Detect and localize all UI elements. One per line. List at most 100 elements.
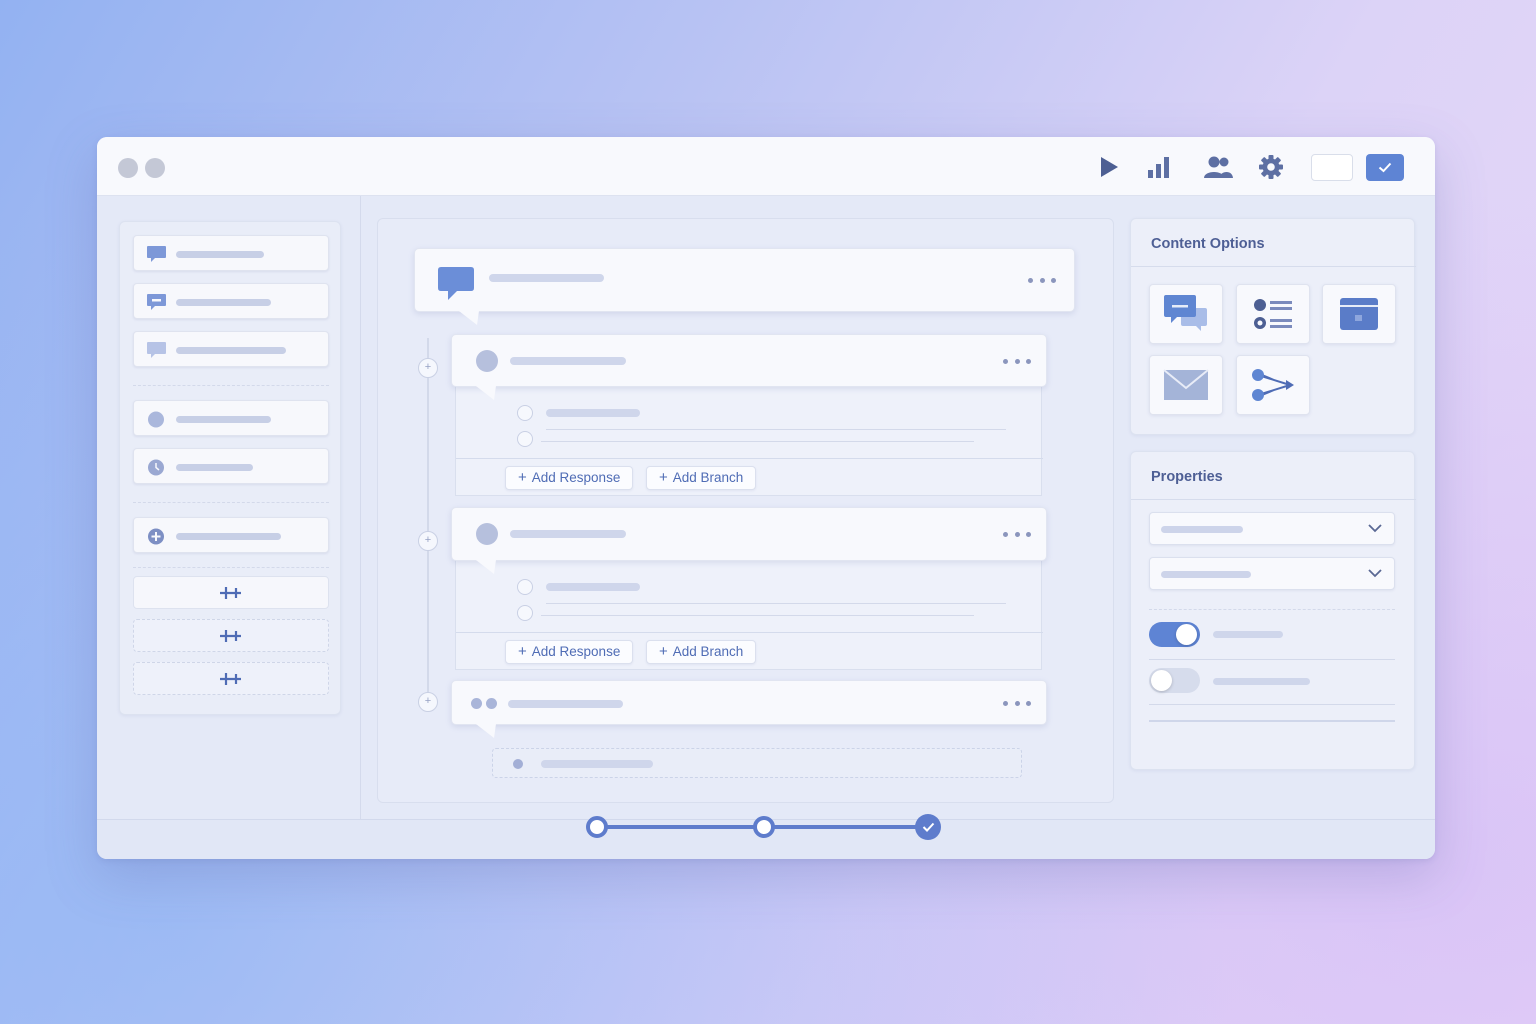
insert-node-button[interactable]: + [418, 692, 438, 712]
placeholder-bar [541, 760, 653, 768]
title-bar [97, 137, 1435, 196]
properties-panel: Properties [1130, 451, 1416, 770]
option-email[interactable] [1149, 355, 1223, 415]
option-chat[interactable] [1149, 284, 1223, 344]
blank-button[interactable] [1311, 154, 1353, 181]
placeholder-bar [1213, 631, 1283, 638]
palette-item-reply[interactable] [133, 331, 329, 367]
insert-node-button[interactable]: + [418, 531, 438, 551]
window-dot[interactable] [118, 158, 138, 178]
placeholder-bar [510, 357, 626, 365]
panel-title: Properties [1151, 469, 1223, 485]
placeholder-bar [176, 533, 281, 540]
chevron-down-icon [1368, 524, 1382, 533]
more-options-button[interactable] [1028, 276, 1056, 284]
response-radio[interactable] [517, 405, 533, 421]
message-card[interactable] [414, 248, 1075, 325]
drop-dot [513, 759, 523, 769]
avatar [476, 523, 498, 545]
gear-icon[interactable] [1257, 154, 1285, 180]
reply-bubble-icon [147, 342, 166, 358]
node-palette [119, 221, 341, 715]
branch-icon [1252, 369, 1294, 401]
insert-node-button[interactable]: + [418, 358, 438, 378]
chevron-down-icon [1368, 569, 1382, 578]
property-select[interactable] [1149, 557, 1395, 590]
window-dot[interactable] [145, 158, 165, 178]
clock-icon [148, 459, 164, 476]
play-icon[interactable] [1095, 154, 1123, 180]
option-list[interactable] [1236, 284, 1310, 344]
bubble-tail [475, 724, 505, 738]
property-select[interactable] [1149, 512, 1395, 545]
add-response-button[interactable]: + Add Response [505, 466, 634, 490]
palette-item-add[interactable] [133, 517, 329, 553]
typing-card[interactable] [451, 680, 1047, 738]
toggle-knob [1151, 670, 1172, 691]
divider [541, 615, 974, 616]
step-3-complete[interactable] [915, 814, 941, 840]
response-group: + Add Response + Add Branch [455, 559, 1043, 670]
avatar [476, 350, 498, 372]
response-group: + Add Response + Add Branch [455, 385, 1043, 496]
divider [133, 502, 329, 503]
divider [456, 458, 1043, 459]
step-2[interactable] [753, 816, 775, 838]
chat-bubbles-icon [1164, 295, 1207, 331]
users-icon[interactable] [1201, 154, 1235, 180]
palette-item-delay[interactable] [133, 448, 329, 484]
option-branch[interactable] [1236, 355, 1310, 415]
double-plus-icon [220, 672, 241, 685]
response-radio[interactable] [517, 605, 533, 621]
response-radio[interactable] [517, 431, 533, 447]
plus-circle-icon [148, 528, 164, 545]
divider [1131, 499, 1416, 500]
add-slot[interactable] [133, 576, 329, 609]
add-branch-button[interactable]: + Add Branch [646, 640, 757, 664]
more-options-button[interactable] [1003, 530, 1031, 538]
chat-bubble-icon [147, 246, 166, 262]
add-response-button[interactable]: + Add Response [505, 640, 634, 664]
divider [546, 429, 1006, 430]
drop-zone[interactable] [492, 748, 1022, 778]
divider [1149, 659, 1395, 660]
check-icon [1378, 162, 1392, 173]
sidebar-divider [360, 196, 361, 819]
typing-dot [486, 698, 497, 709]
check-icon [922, 822, 934, 832]
bubble-tail [458, 311, 488, 325]
option-card[interactable] [1322, 284, 1396, 344]
toggle-switch-off[interactable] [1149, 668, 1200, 693]
palette-item-question[interactable] [133, 400, 329, 436]
more-options-button[interactable] [1003, 699, 1031, 707]
placeholder-bar [176, 251, 264, 258]
question-card[interactable] [451, 507, 1047, 574]
flow-canvas: + + + + Add Response + Add Branch + Add … [377, 218, 1114, 803]
add-slot[interactable] [133, 619, 329, 652]
placeholder-bar [546, 409, 640, 417]
flow-connector [427, 338, 429, 708]
divider [546, 603, 1006, 604]
divider [456, 632, 1043, 633]
placeholder-bar [1213, 678, 1310, 685]
add-branch-button[interactable]: + Add Branch [646, 466, 757, 490]
placeholder-bar [176, 299, 271, 306]
divider [133, 567, 329, 568]
palette-item-message[interactable] [133, 235, 329, 271]
add-slot[interactable] [133, 662, 329, 695]
response-radio[interactable] [517, 579, 533, 595]
typing-dot [471, 698, 482, 709]
placeholder-bar [546, 583, 640, 591]
question-card[interactable] [451, 334, 1047, 400]
circle-icon [148, 411, 164, 428]
step-1[interactable] [586, 816, 608, 838]
divider [1149, 704, 1395, 705]
palette-item-text[interactable] [133, 283, 329, 319]
more-options-button[interactable] [1003, 357, 1031, 365]
divider [1149, 720, 1395, 722]
bar-chart-icon[interactable] [1145, 154, 1173, 180]
check-button[interactable] [1366, 154, 1404, 181]
placeholder-bar [1161, 526, 1243, 533]
divider [1149, 609, 1395, 610]
toggle-switch-on[interactable] [1149, 622, 1200, 647]
